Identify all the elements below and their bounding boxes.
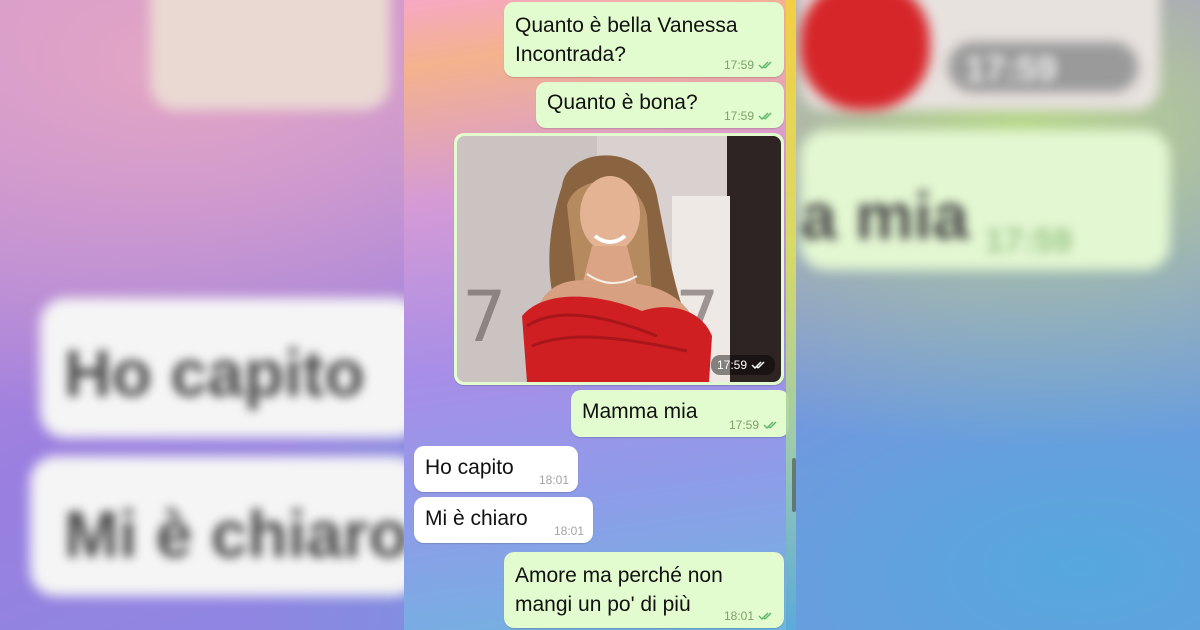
double-check-icon xyxy=(758,61,772,70)
message-bubble[interactable]: Amore ma perché non mangi un po' di più … xyxy=(504,552,784,628)
message-meta: 18:01 xyxy=(724,610,776,622)
message-text: Amore ma perché non xyxy=(515,564,723,587)
message-bubble[interactable]: Quanto è bona? 17:59 xyxy=(536,82,784,128)
message-bubble[interactable]: Mi è chiaro 18:01 xyxy=(414,497,593,543)
double-check-icon xyxy=(758,112,772,121)
chat-screen[interactable]: Quanto è bella Vanessa Incontrada? 17:59… xyxy=(404,0,796,630)
double-check-icon xyxy=(763,421,777,430)
message-meta: 17:59 xyxy=(729,419,781,431)
message-bubble[interactable]: Ho capito 18:01 xyxy=(414,446,578,492)
message-time: 17:59 xyxy=(723,109,754,123)
ghost-time-right: 17:59 xyxy=(965,48,1058,89)
ghost-photo-left xyxy=(150,0,390,110)
ghost-text-left-1: Ho capito xyxy=(64,336,365,410)
scrollbar-thumb[interactable] xyxy=(792,458,796,512)
message-meta: 17:59 xyxy=(724,59,776,71)
photo-meta: 17:59 xyxy=(710,355,775,375)
message-bubble[interactable]: Quanto è bella Vanessa Incontrada? 17:59 xyxy=(504,2,784,77)
message-time: 18:01 xyxy=(553,524,584,538)
ghost-text-right: a mia xyxy=(800,179,969,253)
photo-illustration: 7 7 xyxy=(457,136,781,382)
message-text: Quanto è bella Vanessa xyxy=(515,14,738,37)
message-meta: 18:01 xyxy=(554,525,584,537)
double-check-icon xyxy=(758,612,772,621)
message-bubble[interactable]: Mamma mia 17:59 xyxy=(571,390,789,437)
message-time: 17:59 xyxy=(728,418,759,432)
ghost-text-left-2: Mi è chiaro xyxy=(64,497,409,571)
message-time: 18:01 xyxy=(723,609,754,623)
svg-text:7: 7 xyxy=(462,276,507,358)
message-meta: 17:59 xyxy=(724,110,776,122)
message-time: 17:59 xyxy=(716,358,747,372)
photo-message[interactable]: 7 7 17:59 xyxy=(454,133,784,385)
photo-image[interactable]: 7 7 17:59 xyxy=(457,136,781,382)
double-check-icon xyxy=(751,361,765,370)
message-time: 18:01 xyxy=(538,473,569,487)
ghost-time-right-2: 17:59 xyxy=(985,222,1072,260)
message-time: 17:59 xyxy=(723,58,754,72)
message-meta: 18:01 xyxy=(539,474,569,486)
ghost-red-shape xyxy=(800,0,930,110)
